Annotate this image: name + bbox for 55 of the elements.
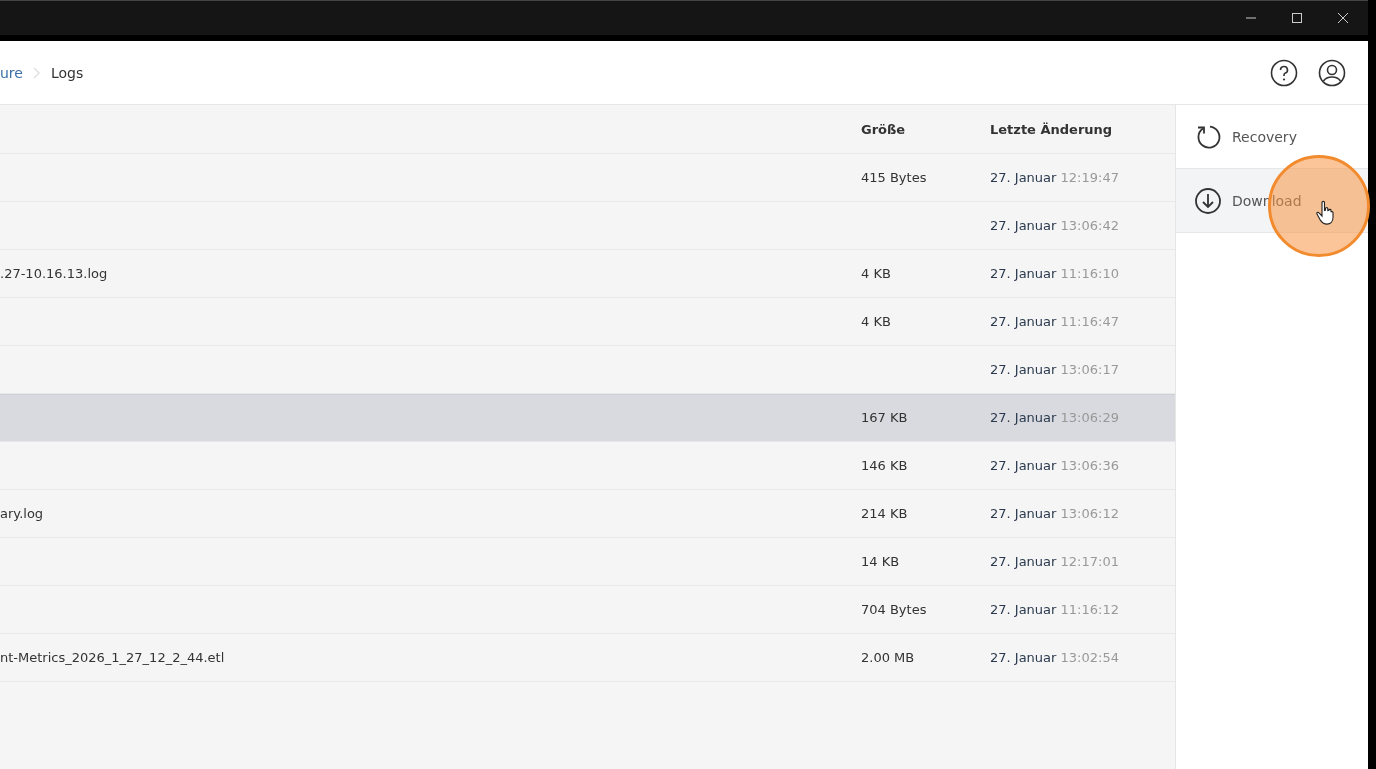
file-size: 415 Bytes xyxy=(861,170,927,185)
modified-date: 27. Januar xyxy=(990,650,1057,665)
modified-time: 13:06:17 xyxy=(1060,362,1119,377)
maximize-icon[interactable] xyxy=(1291,12,1303,24)
modified-date: 27. Januar xyxy=(990,506,1057,521)
table-row[interactable]: 14 KB 27. Januar 12:17:01 xyxy=(0,538,1175,586)
modified-date: 27. Januar xyxy=(990,170,1057,185)
hand-cursor-icon xyxy=(1316,200,1334,226)
modified-time: 11:16:10 xyxy=(1060,266,1119,281)
modified-time: 11:16:12 xyxy=(1060,602,1119,617)
breadcrumb-item[interactable]: ure xyxy=(0,64,23,81)
modified-time: 12:19:47 xyxy=(1060,170,1119,185)
file-size: 704 Bytes xyxy=(861,602,927,617)
table-row[interactable]: 167 KB 27. Januar 13:06:29 xyxy=(0,394,1175,442)
table-row[interactable]: .27-10.16.13.log 4 KB 27. Januar 11:16:10 xyxy=(0,250,1175,298)
close-icon[interactable] xyxy=(1337,12,1349,24)
modified-date: 27. Januar xyxy=(990,410,1057,425)
breadcrumb-item: Logs xyxy=(50,64,84,81)
help-icon[interactable] xyxy=(1270,58,1298,87)
table-row[interactable]: 415 Bytes 27. Januar 12:19:47 xyxy=(0,154,1175,202)
table-row[interactable]: ary.log 214 KB 27. Januar 13:06:12 xyxy=(0,490,1175,538)
modified-date: 27. Januar xyxy=(990,554,1057,569)
modified-time: 13:02:54 xyxy=(1060,650,1119,665)
file-size: 146 KB xyxy=(861,458,908,473)
modified-time: 13:06:12 xyxy=(1060,506,1119,521)
modified-date: 27. Januar xyxy=(990,362,1057,377)
file-name: .27-10.16.13.log xyxy=(0,266,108,281)
modified-date: 27. Januar xyxy=(990,266,1057,281)
file-size: 167 KB xyxy=(861,410,908,425)
file-size: 2.00 MB xyxy=(861,650,915,665)
modified-time: 13:06:42 xyxy=(1060,218,1119,233)
modified-time: 11:16:47 xyxy=(1060,314,1119,329)
file-name: ary.log xyxy=(0,506,44,521)
file-size: 4 KB xyxy=(861,266,891,281)
table-row[interactable]: 4 KB 27. Januar 11:16:47 xyxy=(0,298,1175,346)
table-row[interactable]: 146 KB 27. Januar 13:06:36 xyxy=(0,442,1175,490)
file-size: 4 KB xyxy=(861,314,891,329)
file-name: nt-Metrics_2026_1_27_12_2_44.etl xyxy=(0,650,225,665)
table-row[interactable]: nt-Metrics_2026_1_27_12_2_44.etl 2.00 MB 27. Januar 13:02:54 xyxy=(0,634,1175,682)
modified-date: 27. Januar xyxy=(990,218,1057,233)
file-size: 214 KB xyxy=(861,506,908,521)
modified-date: 27. Januar xyxy=(990,458,1057,473)
modified-date: 27. Januar xyxy=(990,314,1057,329)
column-header[interactable]: Letzte Änderung xyxy=(974,121,1175,137)
modified-time: 13:06:36 xyxy=(1060,458,1119,473)
file-size: 14 KB xyxy=(861,554,900,569)
download-icon xyxy=(1194,186,1222,215)
modified-date: 27. Januar xyxy=(990,602,1057,617)
table-row[interactable]: 27. Januar 13:06:42 xyxy=(0,202,1175,250)
modified-time: 12:17:01 xyxy=(1060,554,1119,569)
user-icon[interactable] xyxy=(1318,58,1346,87)
modified-time: 13:06:29 xyxy=(1060,410,1119,425)
table-row[interactable]: 704 Bytes 27. Januar 11:16:12 xyxy=(0,586,1175,634)
chevron-icon xyxy=(32,66,41,79)
column-header[interactable]: Größe xyxy=(845,121,974,137)
